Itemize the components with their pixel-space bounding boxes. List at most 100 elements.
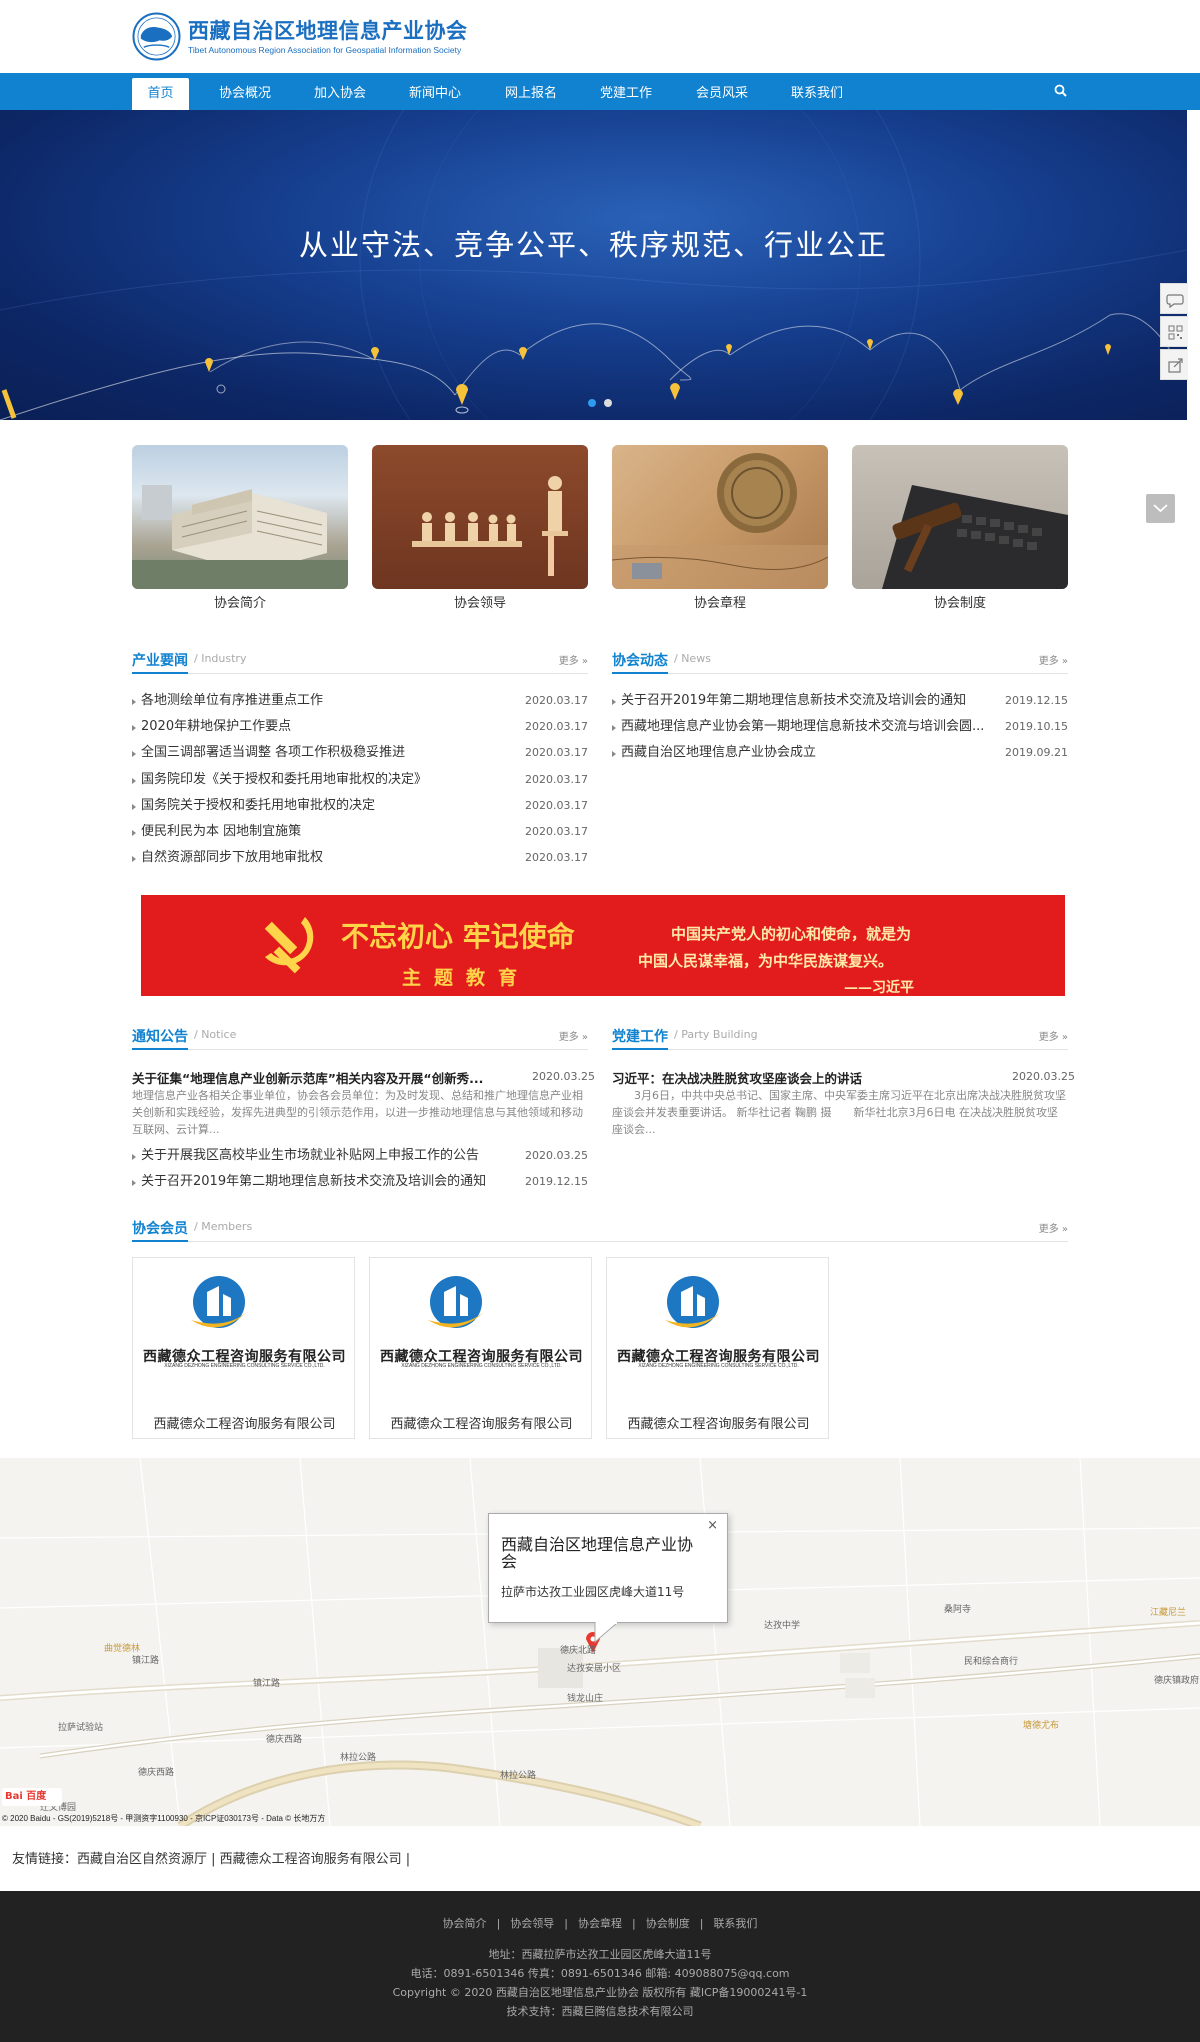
feature-label-charter[interactable]: 协会章程 [612,592,828,611]
chat-icon [1166,294,1184,309]
nav-item-party[interactable]: 党建工作 [591,78,661,110]
leaders-photo [412,476,568,576]
party-section-title[interactable]: 党建工作 [612,1026,668,1050]
dynamics-more-link[interactable]: 更多 » [1039,652,1068,667]
list-item[interactable]: 便民利民为本 因地制宜施策 2020.03.17 [132,819,588,845]
banner-slogan: 从业守法、竞争公平、秩序规范、行业公正 [298,228,888,262]
notice-section-subtitle: / Notice [194,1028,237,1041]
feature-label-rules[interactable]: 协会制度 [852,592,1068,611]
industry-more-link[interactable]: 更多 » [559,652,588,667]
list-item[interactable]: 各地测绘单位有序推进重点工作 2020.03.17 [132,688,588,714]
search-icon[interactable] [1053,83,1069,99]
qrcode-icon [1168,325,1183,340]
slide-dot-2[interactable] [604,399,612,407]
nav-item-contact[interactable]: 联系我们 [782,78,852,110]
party-more-link[interactable]: 更多 » [1039,1028,1068,1043]
side-tool-share[interactable] [1160,349,1188,380]
industry-section-header: 产业要闻 / Industry 更多 » [132,650,588,674]
rules-photo [882,485,1068,589]
member-company-logo-icon [428,1276,484,1328]
member-card[interactable]: 西藏德众工程咨询服务有限公司 XIZANG DEZHONG ENGINEERIN… [606,1257,829,1439]
notice-section-title[interactable]: 通知公告 [132,1026,188,1050]
list-item[interactable]: 2020年耕地保护工作要点 2020.03.17 [132,714,588,740]
site-title[interactable]: 西藏自治区地理信息产业协会 [188,15,468,45]
member-name[interactable]: 西藏德众工程咨询服务有限公司 [607,1413,830,1432]
map-label-area: 江藏尼兰 [1150,1608,1187,1618]
notice-more-link[interactable]: 更多 » [559,1028,588,1043]
scroll-down-button[interactable] [1146,494,1175,523]
footer-address: 地址：西藏拉萨市达孜工业园区虎峰大道11号 [488,1948,712,1961]
list-item[interactable]: 国务院关于授权和委托用地审批权的决定 2020.03.17 [132,793,588,819]
dynamics-section-title[interactable]: 协会动态 [612,650,668,674]
map-copyright: © 2020 Baidu - GS(2019)5218号 - 甲测资字11009… [2,1814,326,1823]
map-label-road: 镇江路 [253,1679,281,1689]
share-icon [1168,358,1183,373]
member-name[interactable]: 西藏德众工程咨询服务有限公司 [133,1413,356,1432]
feature-image-leaders[interactable] [372,445,588,589]
nav-item-signup[interactable]: 网上报名 [496,78,566,110]
side-tool-qrcode[interactable] [1160,316,1188,347]
nav-item-home[interactable]: 首页 [132,78,189,110]
map-popup-title: 西藏自治区地理信息产业协会 [501,1535,694,1571]
footer-link-intro[interactable]: 协会简介 [443,1917,487,1930]
members-section-subtitle: / Members [194,1220,253,1233]
chevron-down-icon [1153,504,1168,513]
member-company-logo-icon [665,1276,721,1328]
list-item[interactable]: 自然资源部同步下放用地审批权 2020.03.17 [132,845,588,871]
hammer-sickle-icon [264,917,314,974]
nav-item-overview[interactable]: 协会概况 [210,78,280,110]
member-name[interactable]: 西藏德众工程咨询服务有限公司 [370,1413,593,1432]
feature-label-leaders[interactable]: 协会领导 [372,592,588,611]
member-logo-english: XIZANG DEZHONG ENGINEERING CONSULTING SE… [164,1363,325,1369]
feature-image-charter[interactable] [612,445,828,589]
list-item[interactable]: 全国三调部署适当调整 各项工作积极稳妥推进 2020.03.17 [132,740,588,766]
list-item[interactable]: 西藏自治区地理信息产业协会成立 2019.09.21 [612,740,1068,766]
feature-label-intro[interactable]: 协会简介 [132,592,348,611]
map-popup-pointer [594,1622,619,1644]
map-label-road: 林拉公路 [340,1753,377,1763]
footer-link-rules[interactable]: 协会制度 [646,1917,690,1930]
close-icon[interactable]: × [707,1518,718,1533]
party-lead-title[interactable]: 习近平：在决战决胜脱贫攻坚座谈会上的讲话 [612,1068,992,1087]
member-card[interactable]: 西藏德众工程咨询服务有限公司 XIZANG DEZHONG ENGINEERIN… [369,1257,592,1439]
list-item[interactable]: 关于召开2019年第二期地理信息新技术交流及培训会的通知 2019.12.15 [612,688,1068,714]
members-more-link[interactable]: 更多 » [1039,1220,1068,1235]
list-item[interactable]: 关于召开2019年第二期地理信息新技术交流及培训会的通知 2019.12.15 [132,1169,588,1195]
party-section-subtitle: / Party Building [674,1028,758,1041]
side-tool-chat[interactable] [1160,283,1188,314]
footer-copyright: Copyright © 2020 西藏自治区地理信息产业协会 版权所有 藏ICP… [392,1986,808,1999]
friend-links[interactable]: 友情链接：西藏自治区自然资源厅 | 西藏德众工程咨询服务有限公司 | [12,1848,410,1867]
footer-link-leaders[interactable]: 协会领导 [510,1917,554,1930]
feature-image-intro[interactable] [132,445,348,589]
party-theme-banner[interactable]: 不忘初心 牢记使命 主题教育 中国共产党人的初心和使命，就是为 中国人民谋幸福，… [141,895,1065,996]
association-logo-icon[interactable] [132,12,181,61]
hero-banner[interactable]: 从业守法、竞争公平、秩序规范、行业公正 [0,110,1187,420]
member-card[interactable]: 西藏德众工程咨询服务有限公司 XIZANG DEZHONG ENGINEERIN… [132,1257,355,1439]
nav-item-join[interactable]: 加入协会 [305,78,375,110]
dynamics-section-subtitle: / News [674,652,711,665]
list-item[interactable]: 国务院印发《关于授权和委托用地审批权的决定》 2020.03.17 [132,767,588,793]
map-info-popup[interactable]: × 西藏自治区地理信息产业协会 拉萨市达孜工业园区虎峰大道11号 [488,1513,728,1623]
footer-separator: | [496,1917,501,1930]
nav-item-news[interactable]: 新闻中心 [400,78,470,110]
notice-lead-title[interactable]: 关于征集“地理信息产业创新示范库”相关内容及开展“创新秀... [132,1068,512,1087]
industry-section-title[interactable]: 产业要闻 [132,650,188,674]
notice-lead-body: 地理信息产业各相关企事业单位，协会各会员单位：为及时发现、总结和推广地理信息产业… [132,1089,583,1136]
footer-separator: | [632,1917,636,1930]
feature-image-rules[interactable] [852,445,1068,589]
members-section-title[interactable]: 协会会员 [132,1218,188,1242]
member-logo-english: XIZANG DEZHONG ENGINEERING CONSULTING SE… [638,1363,799,1369]
map-label-area: 塘德尤布 [1023,1721,1060,1731]
footer-link-charter[interactable]: 协会章程 [578,1917,622,1930]
members-section-header: 协会会员 / Members 更多 » [132,1218,1068,1242]
slide-dot-1[interactable] [588,399,596,407]
site-footer: 协会简介 | 协会领导 | 协会章程 | 协会制度 | 联系我们 地址：西藏拉萨市达孜工业园区虎… [0,1891,1200,2042]
list-item[interactable]: 西藏地理信息产业协会第一期地理信息新技术交流与培训会圆... 2019.10.15 [612,714,1068,740]
baidu-map-logo[interactable]: Bai 百度 [2,1788,62,1806]
map-label-poi: 钱龙山庄 [567,1694,604,1704]
nav-item-members[interactable]: 会员风采 [687,78,757,110]
footer-contact: 电话：0891-6501346 传真：0891-6501346 邮箱: 4090… [410,1967,790,1980]
list-item[interactable]: 关于开展我区高校毕业生市场就业补贴网上申报工作的公告 2020.03.25 [132,1143,588,1169]
footer-link-contact[interactable]: 联系我们 [713,1917,757,1930]
site-subtitle: Tibet Autonomous Region Association for … [188,45,462,55]
